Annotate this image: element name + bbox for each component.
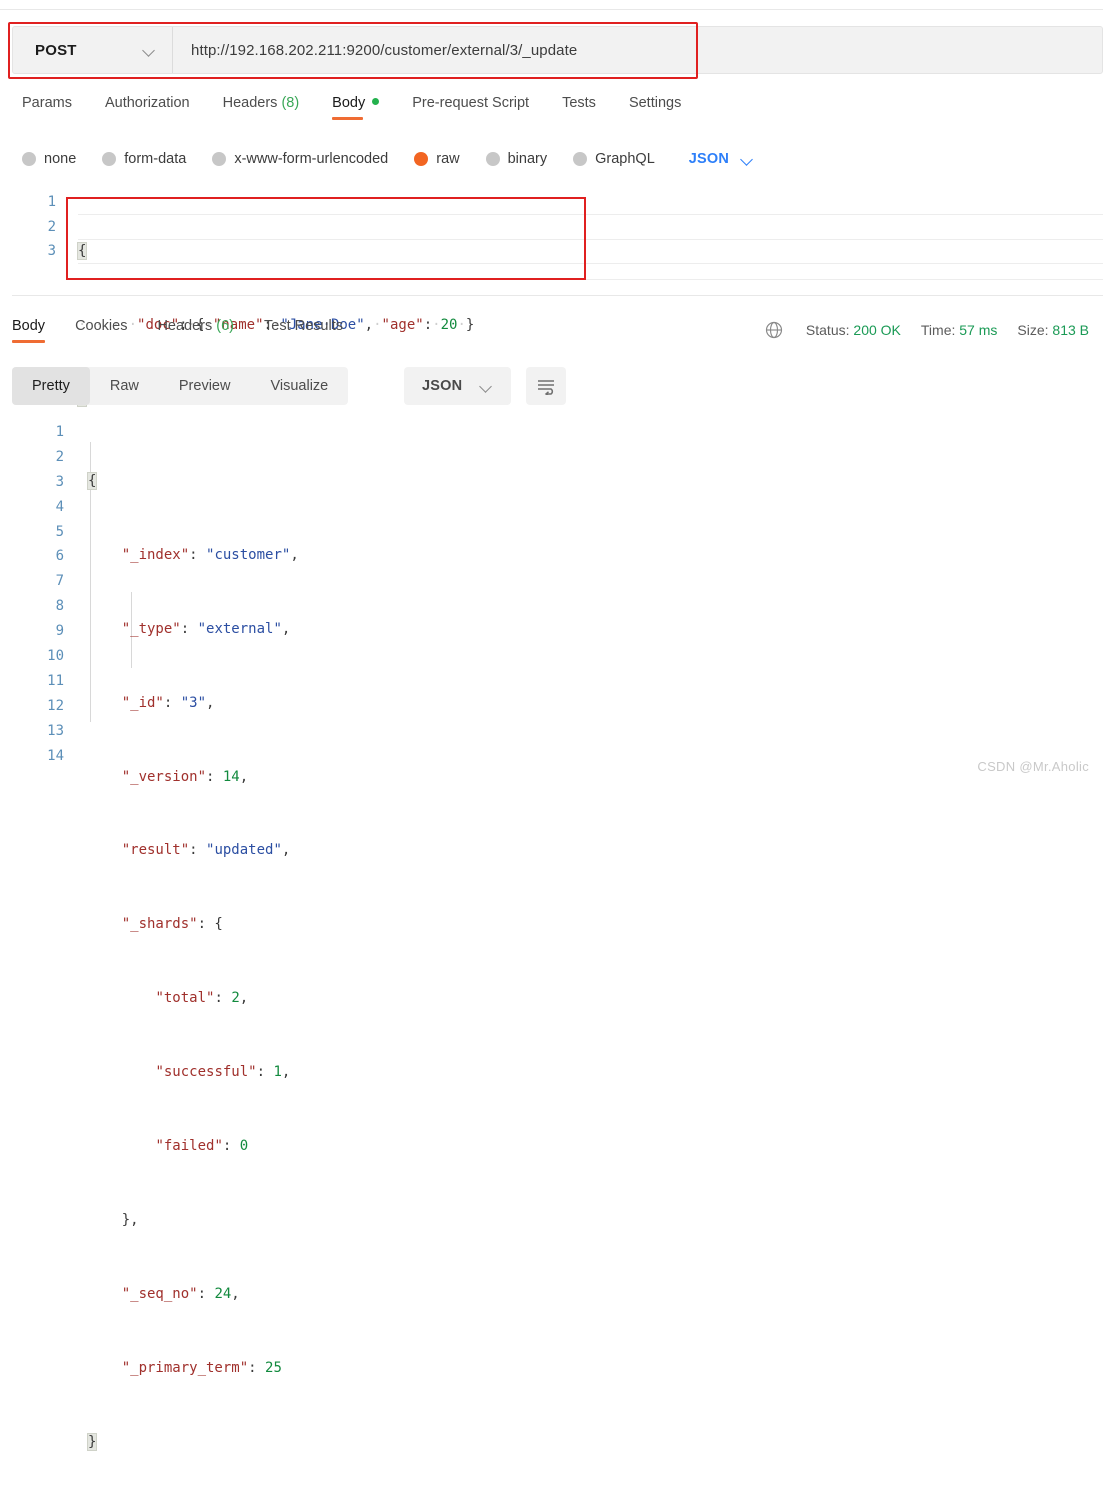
tab-label: Headers [157, 318, 213, 334]
line-number: 12 [47, 697, 64, 714]
radio-label: form-data [124, 151, 187, 167]
request-body-editor[interactable]: 123 { · · · ·"doc":·{·"name":·"Jane·Doe"… [12, 190, 1103, 407]
response-line-numbers: 1 2 3 4 5 6 7 8 9 10 11 12 13 14 [12, 420, 64, 768]
body-modified-dot-icon [372, 98, 380, 105]
request-tab-params[interactable]: Params [22, 95, 72, 120]
tab-count: (8) [277, 95, 300, 111]
response-view-mode-group: Pretty Raw Preview Visualize [12, 367, 349, 405]
top-divider [0, 9, 1103, 10]
tab-label: Params [22, 95, 72, 111]
time-label: Time: [920, 322, 956, 338]
tab-label: Tests [562, 95, 596, 111]
body-type-graphql[interactable]: GraphQL [573, 151, 655, 167]
line-number: 8 [55, 598, 64, 615]
watermark: CSDN @Mr.Aholic [977, 759, 1089, 774]
response-tab-body[interactable]: Body [12, 318, 46, 343]
radio-label: none [44, 151, 77, 167]
globe-icon [765, 321, 783, 339]
tab-count: (6) [212, 318, 235, 334]
body-type-binary[interactable]: binary [485, 151, 548, 167]
size-value: 813 B [1052, 322, 1089, 338]
line-number: 3 [55, 473, 64, 490]
line-number: 14 [47, 747, 64, 764]
response-status-bar: Status: 200 OK Time: 57 ms Size: 813 B [764, 320, 1089, 340]
request-tab-headers[interactable]: Headers (8) [223, 95, 300, 120]
radio-label: binary [507, 151, 548, 167]
radio-label: GraphQL [595, 151, 655, 167]
time-value: 57 ms [959, 322, 998, 338]
request-url-input[interactable]: http://192.168.202.211:9200/customer/ext… [173, 27, 1102, 73]
radio-icon [212, 152, 227, 166]
view-mode-raw[interactable]: Raw [90, 367, 159, 405]
size-label: Size: [1017, 322, 1049, 338]
tab-label: Body [332, 95, 366, 111]
tab-label: Test Results [264, 318, 343, 334]
line-number: 2 [55, 448, 64, 465]
view-mode-visualize[interactable]: Visualize [250, 367, 348, 405]
request-url-bar: POST http://192.168.202.211:9200/custome… [12, 26, 1103, 74]
line-number: 1 [47, 194, 56, 210]
word-wrap-button[interactable] [526, 367, 566, 405]
status-label: Status: [805, 322, 850, 338]
radio-label: raw [436, 151, 460, 167]
time-segment: Time: 57 ms [921, 322, 998, 338]
chevron-down-icon [143, 44, 156, 57]
radio-icon [102, 152, 117, 166]
request-tab-body[interactable]: Body [332, 95, 380, 120]
response-tab-test-results[interactable]: Test Results [264, 318, 343, 343]
raw-format-selector[interactable]: JSON [689, 151, 754, 167]
body-type-form-data[interactable]: form-data [102, 151, 186, 167]
request-tab-settings[interactable]: Settings [629, 95, 681, 120]
chevron-down-icon [480, 380, 493, 393]
tab-label: Headers [222, 95, 278, 111]
response-format-selector[interactable]: JSON [404, 367, 512, 405]
status-value: 200 OK [853, 322, 901, 338]
response-body-viewer[interactable]: 1 2 3 4 5 6 7 8 9 10 11 12 13 14 { "_index": "custome… [12, 420, 1103, 1451]
radio-icon [414, 152, 429, 166]
line-number: 10 [47, 648, 64, 665]
line-number: 6 [55, 548, 64, 565]
view-mode-pretty[interactable]: Pretty [12, 367, 90, 405]
radio-icon [573, 152, 588, 166]
word-wrap-icon [538, 380, 554, 395]
http-method-label: POST [35, 41, 77, 59]
tab-label: Authorization [104, 95, 190, 111]
request-section-divider [12, 295, 1103, 296]
status-segment: Status: 200 OK [806, 322, 901, 338]
request-tab-authorization[interactable]: Authorization [105, 95, 190, 120]
tab-label: Cookies [75, 318, 128, 334]
body-type-raw[interactable]: raw [414, 151, 460, 167]
line-number: 13 [47, 722, 64, 739]
tab-label: Settings [628, 95, 682, 111]
body-type-radio-group: none form-data x-www-form-urlencoded raw bin… [0, 145, 1103, 173]
line-number: 1 [55, 424, 64, 440]
response-tab-cookies[interactable]: Cookies [75, 318, 127, 343]
line-number: 5 [55, 523, 64, 540]
radio-icon [485, 152, 500, 166]
line-number: 11 [47, 672, 64, 689]
line-number: 9 [55, 623, 64, 640]
line-number: 3 [47, 243, 56, 259]
request-tab-tests[interactable]: Tests [562, 95, 596, 120]
tab-label: Body [12, 318, 46, 334]
line-number: 4 [55, 498, 64, 515]
tab-label: Pre-request Script [412, 95, 530, 111]
request-line-numbers: 1 2 3 [12, 190, 56, 264]
response-body-code: { "_index": "customer", "_type": "extern… [86, 472, 299, 1451]
chevron-down-icon [741, 153, 754, 166]
line-number: 7 [55, 573, 64, 590]
body-type-none[interactable]: none [22, 151, 76, 167]
response-format-label: JSON [422, 378, 463, 394]
size-segment: Size: 813 B [1017, 322, 1089, 338]
http-method-selector[interactable]: POST [13, 27, 173, 73]
radio-label: x-www-form-urlencoded [234, 151, 389, 167]
response-tab-headers[interactable]: Headers (6) [157, 318, 234, 343]
raw-format-label: JSON [688, 151, 730, 167]
radio-icon [22, 152, 36, 166]
line-number: 2 [47, 218, 56, 235]
view-mode-preview[interactable]: Preview [159, 367, 251, 405]
request-tab-pre-request-script[interactable]: Pre-request Script [412, 95, 529, 120]
request-tab-bar: Params Authorization Headers (8) Body Pre-re… [0, 95, 1103, 129]
body-type-x-www-form-urlencoded[interactable]: x-www-form-urlencoded [212, 151, 388, 167]
